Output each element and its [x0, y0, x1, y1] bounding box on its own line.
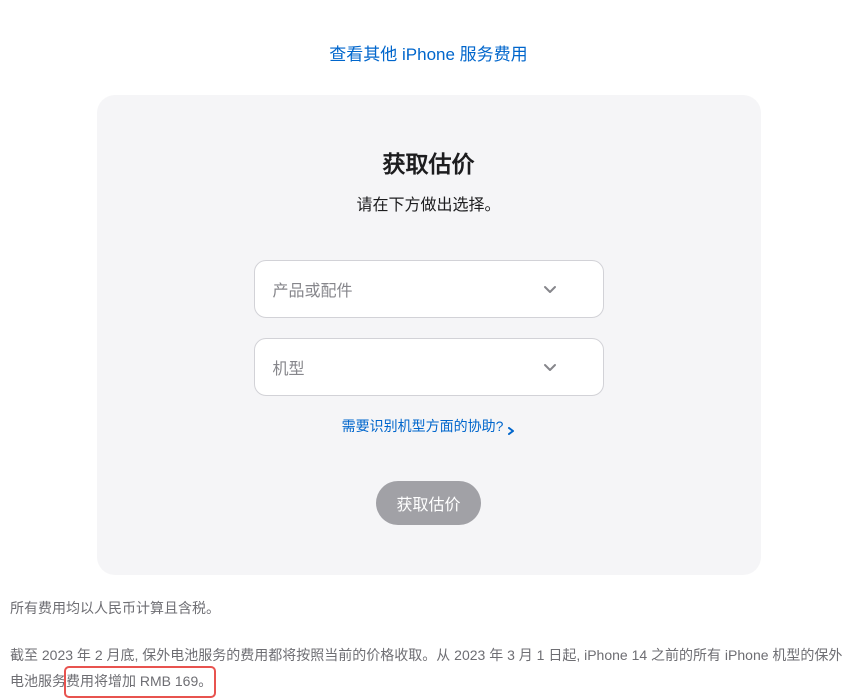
- card-title: 获取估价: [137, 145, 721, 179]
- card-subtitle: 请在下方做出选择。: [137, 191, 721, 215]
- product-select-wrap: 产品或配件: [254, 260, 604, 318]
- chevron-down-icon: [543, 282, 557, 296]
- page-root: 查看其他 iPhone 服务费用 获取估价 请在下方做出选择。 产品或配件 机型…: [0, 0, 857, 695]
- note-price-increase: 截至 2023 年 2 月底, 保外电池服务的费用都将按照当前的价格收取。从 2…: [10, 642, 847, 695]
- product-select-placeholder: 产品或配件: [273, 277, 353, 301]
- note-price-highlight-text: 费用将增加 RMB 169。: [66, 673, 212, 689]
- model-select-wrap: 机型: [254, 338, 604, 396]
- note-currency: 所有费用均以人民币计算且含税。: [10, 595, 847, 622]
- help-link-label: 需要识别机型方面的协助?: [342, 416, 504, 436]
- other-services-link[interactable]: 查看其他 iPhone 服务费用: [329, 45, 527, 64]
- chevron-right-icon: [507, 422, 515, 430]
- get-estimate-button[interactable]: 获取估价: [376, 481, 480, 525]
- model-select-placeholder: 机型: [273, 355, 305, 379]
- estimate-card: 获取估价 请在下方做出选择。 产品或配件 机型 需要识别机型方面的协助?: [97, 95, 761, 575]
- submit-row: 获取估价: [137, 481, 721, 525]
- chevron-down-icon: [543, 360, 557, 374]
- highlight-wrap: 费用将增加 RMB 169。: [66, 668, 212, 695]
- identify-model-help-link[interactable]: 需要识别机型方面的协助?: [342, 416, 516, 436]
- product-select[interactable]: 产品或配件: [254, 260, 604, 318]
- model-select[interactable]: 机型: [254, 338, 604, 396]
- top-link-container: 查看其他 iPhone 服务费用: [0, 0, 857, 95]
